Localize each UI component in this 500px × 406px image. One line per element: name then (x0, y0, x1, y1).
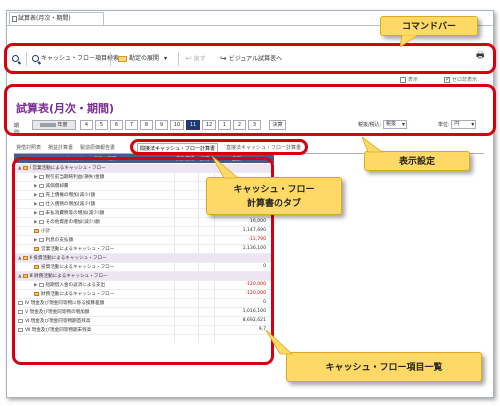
zero-hide-label: ゼロ非表示 (452, 77, 478, 83)
cf-list-callout: キャッシュ・フロー項目一覧 (286, 352, 482, 382)
command-bar-callout-tail (399, 35, 419, 47)
display-settings-callout: 表示設定 (364, 151, 470, 171)
cf-list-callout-text: キャッシュ・フロー項目一覧 (325, 363, 443, 373)
hidden-checkbox[interactable] (400, 76, 406, 83)
display-settings-callout-tail (361, 137, 384, 153)
command-bar-highlight (4, 43, 496, 74)
hidden-option-label: 表示 (408, 77, 419, 83)
window-tab[interactable]: 試算表(月次・期間) (9, 12, 104, 25)
zero-hide-checkbox[interactable] (444, 76, 450, 83)
cf-tab-callout-line1: キャッシュ・フロー (233, 185, 315, 195)
tab-balance-sheet[interactable]: 貸借対照表 (14, 143, 43, 153)
cf-tab-callout-tail (211, 156, 240, 179)
tab-manufacturing-cost-label: 製造原価報告書 (80, 145, 116, 151)
window-tab-label: 試算表(月次・期間) (18, 15, 71, 22)
display-settings-highlight (4, 84, 496, 136)
cf-tab-highlight (130, 139, 308, 155)
tab-balance-sheet-label: 貸借対照表 (16, 145, 42, 151)
tab-manufacturing-cost[interactable]: 製造原価報告書 (78, 143, 117, 153)
command-bar-callout: コマンドバー (380, 16, 478, 36)
cf-tab-callout: キャッシュ・フロー 計算書のタブ (206, 177, 342, 215)
cf-tab-callout-line2: 計算書のタブ (246, 199, 301, 209)
command-bar-callout-text: コマンドバー (401, 22, 456, 32)
display-settings-callout-text: 表示設定 (398, 157, 435, 167)
tab-income-statement[interactable]: 損益計算書 (46, 143, 75, 153)
tab-income-statement-label: 損益計算書 (48, 145, 74, 151)
document-icon (12, 16, 17, 22)
cf-list-callout-tail (265, 330, 294, 355)
